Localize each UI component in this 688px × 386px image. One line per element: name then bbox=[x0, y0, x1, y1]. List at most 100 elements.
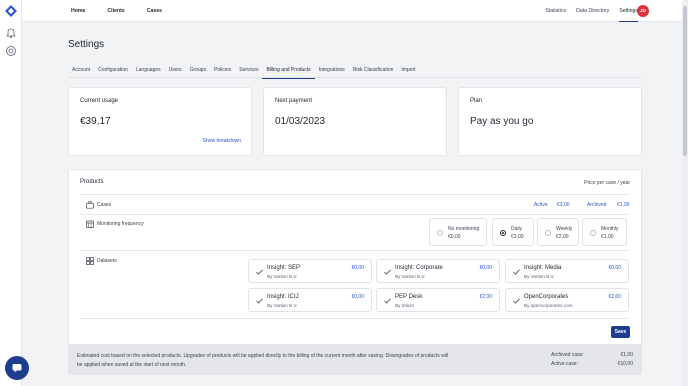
monitoring-option-none[interactable]: No monitoring €0,00 bbox=[429, 218, 487, 246]
cases-row: Cases Active €3,00 Archived €1,00 bbox=[80, 194, 630, 214]
nav-home[interactable]: Home bbox=[71, 8, 85, 14]
chat-button[interactable] bbox=[5, 356, 29, 380]
dataset-price: €0,00 bbox=[608, 265, 621, 271]
dataset-name: OpenCorporates bbox=[524, 294, 569, 300]
option-name: Weekly bbox=[556, 226, 573, 232]
radio-daily[interactable] bbox=[500, 230, 506, 236]
app-logo-icon[interactable] bbox=[5, 5, 17, 17]
archived-case-label: Archived case: bbox=[551, 352, 584, 358]
active-case-value: €10,00 bbox=[617, 361, 633, 367]
radio-monthly[interactable] bbox=[590, 230, 596, 236]
dataset-provider: By Vartion B.V. bbox=[267, 274, 298, 279]
top-bar: Home Clients Cases Statistics Data Direc… bbox=[22, 0, 682, 22]
active-case-label: Active case: bbox=[551, 361, 578, 367]
checkmark-icon[interactable] bbox=[513, 269, 520, 275]
next-payment-card: Next payment 01/03/2023 bbox=[263, 87, 447, 156]
checkmark-icon[interactable] bbox=[513, 298, 520, 304]
monitoring-option-daily[interactable]: Daily €3,00 bbox=[492, 218, 534, 246]
monitoring-option-weekly[interactable]: Weekly €2,00 bbox=[537, 218, 579, 246]
checkmark-icon[interactable] bbox=[384, 298, 391, 304]
tab-risk-classification[interactable]: Risk Classification bbox=[349, 64, 398, 78]
dataset-name: Insight: Corporate bbox=[395, 265, 443, 271]
cases-active-price: €3,00 bbox=[557, 202, 570, 208]
nav-cases[interactable]: Cases bbox=[147, 8, 162, 14]
nav-clients[interactable]: Clients bbox=[107, 8, 124, 14]
plan-card: Plan Pay as you go bbox=[458, 87, 642, 156]
dataset-price: €2,00 bbox=[608, 294, 621, 300]
tab-policies[interactable]: Policies bbox=[210, 64, 235, 78]
bell-icon[interactable] bbox=[5, 27, 17, 39]
monitoring-label: Monitoring frequency bbox=[97, 221, 144, 227]
cases-active-label[interactable]: Active bbox=[534, 202, 548, 208]
tab-configuration[interactable]: Configuration bbox=[94, 64, 132, 78]
tab-import[interactable]: Import bbox=[397, 64, 419, 78]
products-panel: Products Price per case / year Cases Act… bbox=[68, 169, 642, 345]
support-icon[interactable] bbox=[5, 45, 17, 57]
nav-data-directory[interactable]: Data Directory bbox=[576, 0, 609, 22]
dataset-card[interactable]: Insight: Media By Vartion B.V. €0,00 bbox=[505, 259, 629, 283]
dataset-name: PEP Desk bbox=[395, 294, 423, 300]
checkmark-icon[interactable] bbox=[256, 269, 263, 275]
option-name: Daily bbox=[511, 226, 523, 232]
tab-billing-and-products[interactable]: Billing and Products bbox=[262, 64, 315, 79]
tab-services[interactable]: Services bbox=[235, 64, 262, 78]
radio-no-monitoring[interactable] bbox=[437, 230, 443, 236]
grid-icon bbox=[86, 257, 94, 265]
dataset-card[interactable]: Insight: SEP By Vartion B.V. €0,00 bbox=[248, 259, 372, 283]
user-avatar[interactable]: JD bbox=[637, 5, 649, 17]
datasets-label: Datasets bbox=[97, 258, 117, 264]
dataset-card[interactable]: OpenCorporates By opencorporates.com €2,… bbox=[505, 288, 629, 312]
option-price: €3,00 bbox=[511, 234, 524, 240]
dataset-card[interactable]: PEP Desk By Info4c €2,00 bbox=[376, 288, 500, 312]
dataset-price: €0,00 bbox=[351, 265, 364, 271]
cases-archived-label[interactable]: Archived bbox=[587, 202, 606, 208]
plan-label: Plan bbox=[470, 98, 483, 104]
show-breakdown-link[interactable]: Show breakdown bbox=[203, 138, 241, 144]
tab-languages[interactable]: Languages bbox=[132, 64, 165, 78]
tab-groups[interactable]: Groups bbox=[186, 64, 210, 78]
option-price: €1,00 bbox=[601, 234, 614, 240]
divider bbox=[80, 318, 630, 319]
main-nav: Home Clients Cases bbox=[71, 0, 162, 22]
radio-weekly[interactable] bbox=[545, 230, 551, 236]
dataset-card[interactable]: Insight: ICIJ By Vartion B.V. €0,00 bbox=[248, 288, 372, 312]
nav-statistics[interactable]: Statistics bbox=[545, 0, 566, 22]
option-price: €0,00 bbox=[448, 234, 461, 240]
save-button[interactable]: Save bbox=[611, 326, 630, 338]
dataset-provider: By Info4c bbox=[395, 303, 415, 308]
next-payment-label: Next payment bbox=[275, 98, 313, 104]
briefcase-icon bbox=[86, 201, 94, 209]
cases-archived-price: €1,00 bbox=[617, 202, 630, 208]
dataset-card[interactable]: Insight: Corporate By Vartion B.V. €0,00 bbox=[376, 259, 500, 283]
page-title: Settings bbox=[68, 39, 105, 50]
dataset-name: Insight: Media bbox=[524, 265, 562, 271]
dataset-provider: By Vartion B.V. bbox=[395, 274, 426, 279]
option-name: Monthly bbox=[601, 226, 619, 232]
tab-integrations[interactable]: Integrations bbox=[315, 64, 349, 78]
dataset-price: €2,00 bbox=[479, 294, 492, 300]
dataset-provider: By Vartion B.V. bbox=[267, 303, 298, 308]
tab-account[interactable]: Account bbox=[68, 64, 94, 78]
scrollbar-thumb[interactable] bbox=[683, 6, 687, 156]
left-rail bbox=[0, 0, 22, 386]
page-scrollbar[interactable] bbox=[682, 0, 688, 386]
dataset-name: Insight: SEP bbox=[267, 265, 301, 271]
dataset-name: Insight: ICIJ bbox=[267, 294, 299, 300]
current-usage-card: Current usage €39,17 Show breakdown bbox=[68, 87, 252, 156]
tab-users[interactable]: Users bbox=[165, 64, 186, 78]
nav-settings[interactable]: Settings bbox=[619, 0, 638, 22]
secondary-nav: Statistics Data Directory Settings bbox=[545, 0, 638, 22]
current-usage-value: €39,17 bbox=[80, 116, 111, 127]
checkmark-icon[interactable] bbox=[256, 298, 263, 304]
archived-case-value: €1,00 bbox=[620, 352, 633, 358]
chat-icon bbox=[12, 364, 22, 373]
current-usage-label: Current usage bbox=[80, 98, 119, 104]
plan-value: Pay as you go bbox=[470, 116, 534, 127]
estimate-footer: Estimated cost based on the selected pro… bbox=[68, 345, 642, 375]
monitoring-option-monthly[interactable]: Monthly €1,00 bbox=[582, 218, 627, 246]
products-title: Products bbox=[80, 179, 104, 185]
next-payment-value: 01/03/2023 bbox=[275, 116, 326, 127]
dataset-price: €0,00 bbox=[479, 265, 492, 271]
checkmark-icon[interactable] bbox=[384, 269, 391, 275]
calendar-icon bbox=[86, 220, 94, 228]
